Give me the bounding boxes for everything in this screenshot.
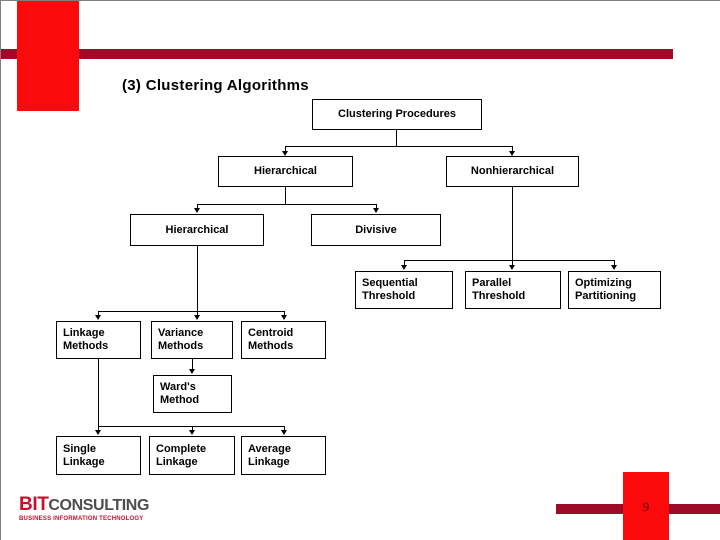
node-label: Parallel Threshold bbox=[472, 277, 525, 303]
node-linkage-methods[interactable]: Linkage Methods bbox=[56, 321, 141, 359]
node-label-line1: Ward's bbox=[160, 381, 196, 393]
node-average-linkage[interactable]: Average Linkage bbox=[241, 436, 326, 475]
header-red-block bbox=[17, 1, 79, 111]
arrowhead-hier2-to-linkage bbox=[95, 315, 101, 320]
node-wards-method[interactable]: Ward's Method bbox=[153, 375, 232, 413]
logo-consulting-text: CONSULTING bbox=[48, 497, 149, 514]
page-title: (3) Clustering Algorithms bbox=[122, 77, 309, 94]
node-label: Hierarchical bbox=[254, 165, 317, 177]
node-sequential-threshold[interactable]: Sequential Threshold bbox=[355, 271, 453, 309]
arrowhead-nonhier-to-par bbox=[509, 265, 515, 270]
node-label-line2: Partitioning bbox=[575, 290, 637, 302]
node-clustering-procedures[interactable]: Clustering Procedures bbox=[312, 99, 482, 130]
connector-linkage-stem bbox=[98, 359, 99, 426]
node-label: Average Linkage bbox=[248, 443, 291, 469]
node-label-line2: Methods bbox=[248, 340, 294, 352]
node-label: Ward's Method bbox=[160, 381, 199, 407]
page-number: 9 bbox=[642, 499, 650, 514]
header-accent-bar bbox=[1, 49, 673, 59]
company-logo: BITCONSULTING BUSINESS INFORMATION TECHN… bbox=[19, 495, 149, 522]
slide-canvas: (3) Clustering Algorithms Clustering Pro… bbox=[0, 0, 720, 540]
node-hierarchical-level2[interactable]: Hierarchical bbox=[130, 214, 264, 246]
node-label: Linkage Methods bbox=[63, 327, 108, 353]
node-label-line2: Threshold bbox=[472, 290, 526, 302]
node-label: Hierarchical bbox=[165, 223, 229, 236]
node-label-line2: Threshold bbox=[362, 290, 416, 302]
arrowhead-variance-to-wards bbox=[189, 369, 195, 374]
arrowhead-linkage-to-average bbox=[281, 430, 287, 435]
node-label: Optimizing Partitioning bbox=[575, 277, 636, 303]
node-variance-methods[interactable]: Variance Methods bbox=[151, 321, 233, 359]
node-divisive[interactable]: Divisive bbox=[311, 214, 441, 246]
node-complete-linkage[interactable]: Complete Linkage bbox=[149, 436, 235, 475]
node-label: Divisive bbox=[355, 223, 397, 236]
connector-hier1-bus bbox=[197, 204, 376, 205]
node-label-line1: Parallel bbox=[472, 277, 512, 289]
node-label: Single Linkage bbox=[63, 443, 105, 469]
arrowhead-hier1-to-divisive bbox=[373, 208, 379, 213]
arrowhead-linkage-to-complete bbox=[189, 430, 195, 435]
node-nonhierarchical[interactable]: Nonhierarchical bbox=[446, 156, 579, 187]
node-hierarchical-level1[interactable]: Hierarchical bbox=[218, 156, 353, 187]
node-label-line2: Methods bbox=[158, 340, 204, 352]
connector-root-bus bbox=[285, 146, 513, 147]
node-label-line2: Methods bbox=[63, 340, 109, 352]
connector-hier2-bus bbox=[98, 311, 284, 312]
node-label: Centroid Methods bbox=[248, 327, 293, 353]
arrowhead-hier2-to-centroid bbox=[281, 315, 287, 320]
arrowhead-hier1-to-hier2 bbox=[194, 208, 200, 213]
node-optimizing-partitioning[interactable]: Optimizing Partitioning bbox=[568, 271, 661, 309]
node-label-line1: Variance bbox=[158, 327, 204, 339]
node-label-line1: Average bbox=[248, 442, 292, 455]
arrowhead-nonhier-to-opt bbox=[611, 265, 617, 270]
node-label-line1: Centroid bbox=[248, 327, 294, 339]
node-label-line2: Linkage bbox=[156, 455, 198, 468]
connector-linkage-bus bbox=[98, 426, 284, 427]
node-label-line1: Optimizing bbox=[575, 277, 632, 289]
connector-nonhier-stem bbox=[512, 187, 513, 260]
node-label-line2: Linkage bbox=[63, 455, 105, 468]
node-label: Clustering Procedures bbox=[338, 108, 456, 120]
node-label: Variance Methods bbox=[158, 327, 203, 353]
node-label-line2: Linkage bbox=[248, 455, 290, 468]
arrowhead-hier2-to-variance bbox=[194, 315, 200, 320]
node-label-line1: Linkage bbox=[63, 327, 105, 339]
connector-root-stem bbox=[396, 130, 397, 146]
node-label-line1: Complete bbox=[156, 442, 207, 455]
connector-hier2-stem bbox=[197, 246, 198, 311]
logo-wordmark: BITCONSULTING bbox=[19, 495, 149, 514]
node-label-line2: Method bbox=[160, 394, 200, 406]
node-single-linkage[interactable]: Single Linkage bbox=[56, 436, 141, 475]
node-centroid-methods[interactable]: Centroid Methods bbox=[241, 321, 326, 359]
arrowhead-linkage-to-single bbox=[95, 430, 101, 435]
node-label: Complete Linkage bbox=[156, 443, 206, 469]
node-label: Sequential Threshold bbox=[362, 277, 418, 303]
node-parallel-threshold[interactable]: Parallel Threshold bbox=[465, 271, 561, 309]
logo-tagline: BUSINESS INFORMATION TECHNOLOGY bbox=[19, 516, 144, 522]
connector-hier1-stem bbox=[285, 187, 286, 204]
connector-nonhier-bus bbox=[404, 260, 615, 261]
node-label: Nonhierarchical bbox=[470, 165, 555, 177]
node-label-line1: Single bbox=[63, 442, 97, 455]
node-label-line1: Sequential bbox=[362, 277, 418, 289]
arrowhead-nonhier-to-seq bbox=[401, 265, 407, 270]
logo-bit-text: BIT bbox=[19, 494, 49, 515]
